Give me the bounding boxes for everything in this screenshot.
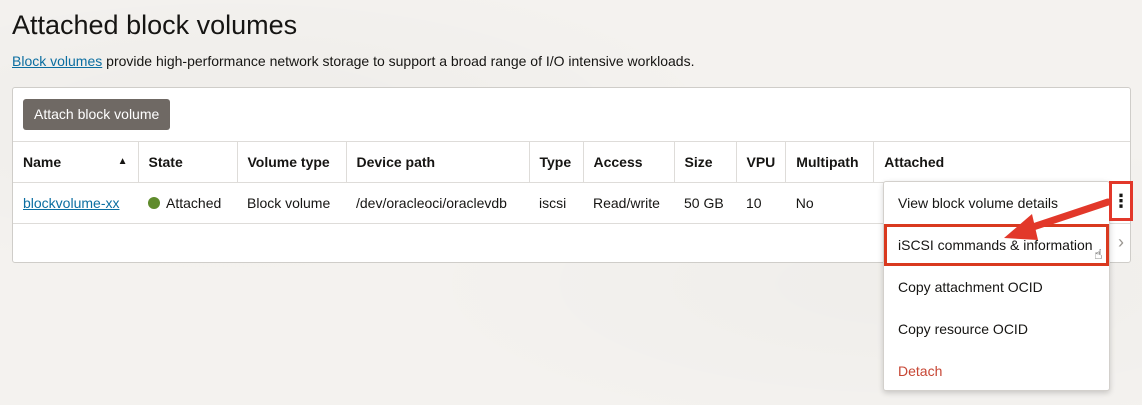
column-header-size[interactable]: Size xyxy=(674,141,737,183)
column-header-type[interactable]: Type xyxy=(529,141,584,183)
cell-access: Read/write xyxy=(583,182,674,224)
table-header-row: Name ▲ State Volume type Device path Type… xyxy=(13,141,1130,183)
cell-vpu: 10 xyxy=(736,182,786,224)
column-header-volume-type[interactable]: Volume type xyxy=(237,141,347,183)
page-description: Block volumes provide high-performance n… xyxy=(12,53,694,69)
sort-ascending-icon[interactable]: ▲ xyxy=(118,156,128,167)
cell-state: Attached xyxy=(138,182,237,224)
cell-multipath: No xyxy=(785,182,874,224)
menu-item-copy-resource-ocid[interactable]: Copy resource OCID xyxy=(884,308,1109,350)
chevron-right-icon[interactable]: › xyxy=(1118,232,1124,253)
kebab-menu-icon[interactable]: ⋮ xyxy=(1109,181,1133,221)
column-header-multipath[interactable]: Multipath xyxy=(785,141,875,183)
cell-device-path: /dev/oracleoci/oraclevdb xyxy=(346,182,529,224)
column-header-name[interactable]: Name ▲ xyxy=(13,141,139,183)
column-header-vpu[interactable]: VPU xyxy=(736,141,787,183)
cell-volume-type: Block volume xyxy=(237,182,346,224)
column-header-attached[interactable]: Attached xyxy=(873,141,1130,183)
column-header-access[interactable]: Access xyxy=(583,141,675,183)
cell-type: iscsi xyxy=(529,182,583,224)
cell-size: 50 GB xyxy=(674,182,736,224)
block-volumes-link[interactable]: Block volumes xyxy=(12,53,102,69)
volume-name-link[interactable]: blockvolume-xx xyxy=(23,195,119,211)
annotation-arrow xyxy=(1004,198,1112,240)
cell-name[interactable]: blockvolume-xx xyxy=(13,182,138,224)
hand-pointer-icon: ☝ xyxy=(1094,246,1103,262)
menu-item-detach[interactable]: Detach xyxy=(884,350,1109,392)
page-title: Attached block volumes xyxy=(12,10,298,40)
column-header-device-path[interactable]: Device path xyxy=(346,141,530,183)
column-header-state[interactable]: State xyxy=(138,141,238,183)
state-label: Attached xyxy=(166,195,222,211)
attach-block-volume-button[interactable]: Attach block volume xyxy=(23,99,171,130)
status-dot-icon xyxy=(148,197,160,209)
menu-item-copy-attachment-ocid[interactable]: Copy attachment OCID xyxy=(884,266,1109,308)
description-text: provide high-performance network storage… xyxy=(102,53,695,69)
